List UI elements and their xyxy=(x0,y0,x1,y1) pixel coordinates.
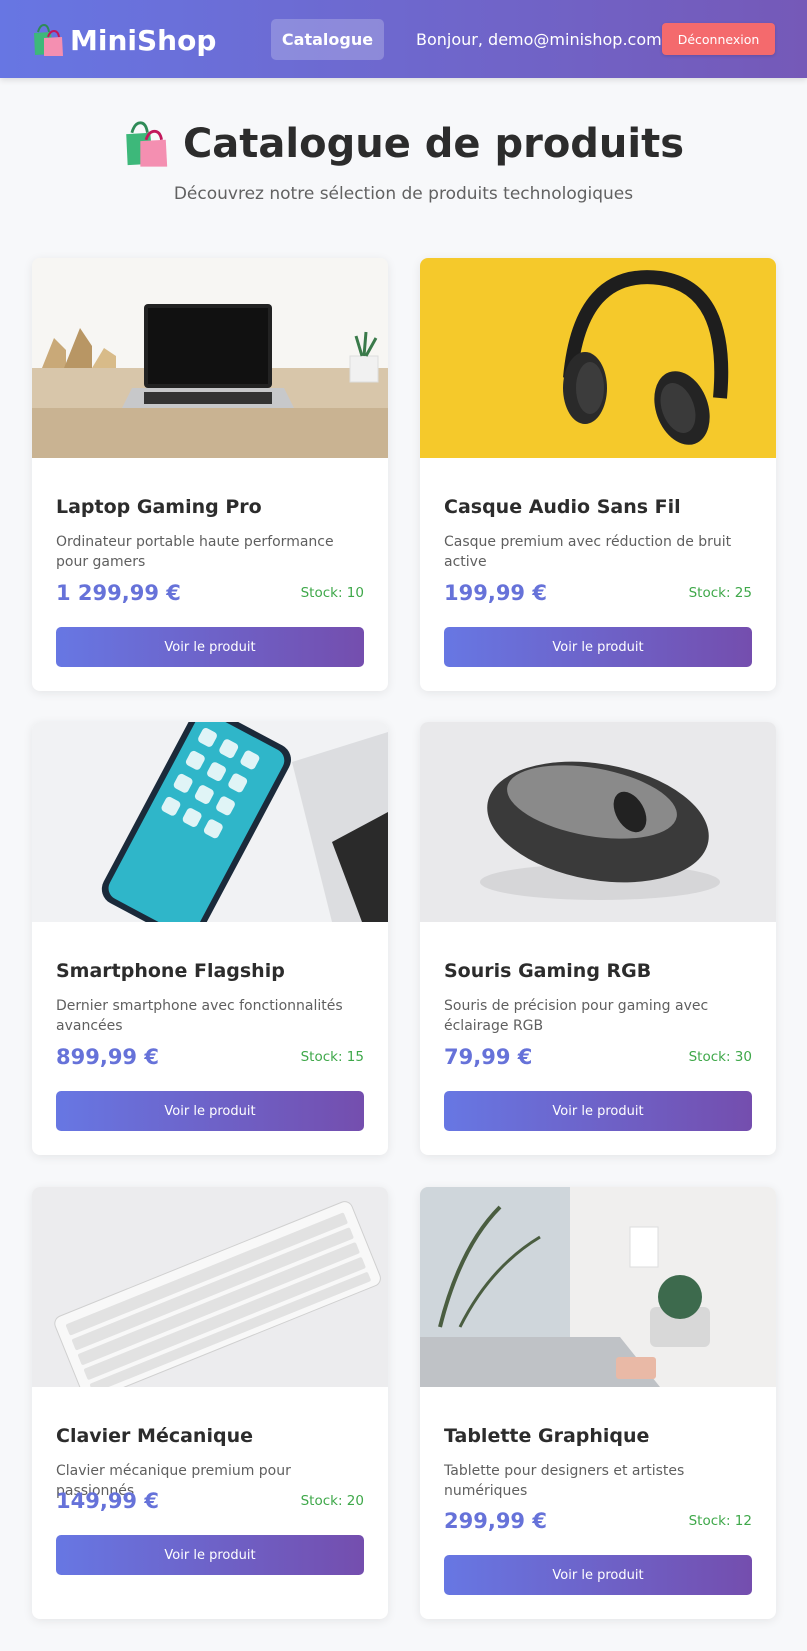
product-price: 79,99 € xyxy=(444,1045,533,1069)
product-stock: Stock: 10 xyxy=(300,585,364,601)
product-description: Casque premium avec réduction de bruit a… xyxy=(444,534,732,570)
shopping-bags-icon xyxy=(32,23,64,57)
product-image[interactable] xyxy=(32,258,388,458)
product-image[interactable] xyxy=(420,1187,776,1387)
page-title: Catalogue de produits xyxy=(182,121,685,167)
product-image[interactable] xyxy=(32,1187,388,1387)
page-subtitle: Découvrez notre sélection de produits te… xyxy=(173,184,634,204)
tablet-photo xyxy=(420,1187,776,1387)
product-card: Smartphone Flagship Dernier smartphone a… xyxy=(32,722,388,1155)
product-price: 199,99 € xyxy=(444,581,547,605)
nav-catalogue-link[interactable]: Catalogue xyxy=(271,19,384,60)
user-greeting: Bonjour, demo@minishop.com xyxy=(416,30,662,49)
product-description: Ordinateur portable haute performance po… xyxy=(56,534,334,570)
product-name: Smartphone Flagship xyxy=(56,960,285,982)
product-card: Tablette Graphique Tablette pour designe… xyxy=(420,1187,776,1619)
product-image[interactable] xyxy=(32,722,388,922)
product-name: Tablette Graphique xyxy=(444,1425,650,1447)
product-name: Clavier Mécanique xyxy=(56,1425,253,1447)
product-stock: Stock: 30 xyxy=(688,1049,752,1065)
smartphone-photo xyxy=(32,722,388,922)
product-price: 899,99 € xyxy=(56,1045,159,1069)
product-card: Laptop Gaming Pro Ordinateur portable ha… xyxy=(32,258,388,691)
page-title-row: Catalogue de produits xyxy=(0,112,807,176)
view-product-button[interactable]: Voir le produit xyxy=(444,1091,752,1131)
product-description: Dernier smartphone avec fonctionnalités … xyxy=(56,998,343,1034)
view-product-button[interactable]: Voir le produit xyxy=(56,627,364,667)
product-name: Laptop Gaming Pro xyxy=(56,496,262,518)
view-product-button[interactable]: Voir le produit xyxy=(444,627,752,667)
top-navigation-bar: MiniShop Catalogue Bonjour, demo@minisho… xyxy=(0,0,807,78)
product-stock: Stock: 20 xyxy=(300,1493,364,1509)
product-price: 299,99 € xyxy=(444,1509,547,1533)
product-image[interactable] xyxy=(420,722,776,922)
product-stock: Stock: 25 xyxy=(688,585,752,601)
product-description: Clavier mécanique premium pour passionné… xyxy=(56,1463,291,1499)
view-product-button[interactable]: Voir le produit xyxy=(56,1535,364,1575)
brand-logo[interactable]: MiniShop xyxy=(32,20,216,60)
product-price: 149,99 € xyxy=(56,1489,159,1513)
view-product-button[interactable]: Voir le produit xyxy=(444,1555,752,1595)
view-product-button[interactable]: Voir le produit xyxy=(56,1091,364,1131)
product-image[interactable] xyxy=(420,258,776,458)
product-name: Souris Gaming RGB xyxy=(444,960,652,982)
product-card: Souris Gaming RGB Souris de précision po… xyxy=(420,722,776,1155)
logout-button[interactable]: Déconnexion xyxy=(662,23,775,55)
laptop-photo xyxy=(32,258,388,458)
product-card: Clavier Mécanique Clavier mécanique prem… xyxy=(32,1187,388,1619)
headphones-photo xyxy=(420,258,776,458)
brand-name: MiniShop xyxy=(70,23,217,57)
product-description: Tablette pour designers et artistes numé… xyxy=(444,1463,685,1499)
mouse-photo xyxy=(420,722,776,922)
product-name: Casque Audio Sans Fil xyxy=(444,496,681,518)
product-price: 1 299,99 € xyxy=(56,581,181,605)
product-card: Casque Audio Sans Fil Casque premium ave… xyxy=(420,258,776,691)
keyboard-photo xyxy=(32,1187,388,1387)
shopping-bags-icon xyxy=(123,120,169,168)
product-stock: Stock: 15 xyxy=(300,1049,364,1065)
product-stock: Stock: 12 xyxy=(688,1513,752,1529)
product-description: Souris de précision pour gaming avec écl… xyxy=(444,998,709,1034)
